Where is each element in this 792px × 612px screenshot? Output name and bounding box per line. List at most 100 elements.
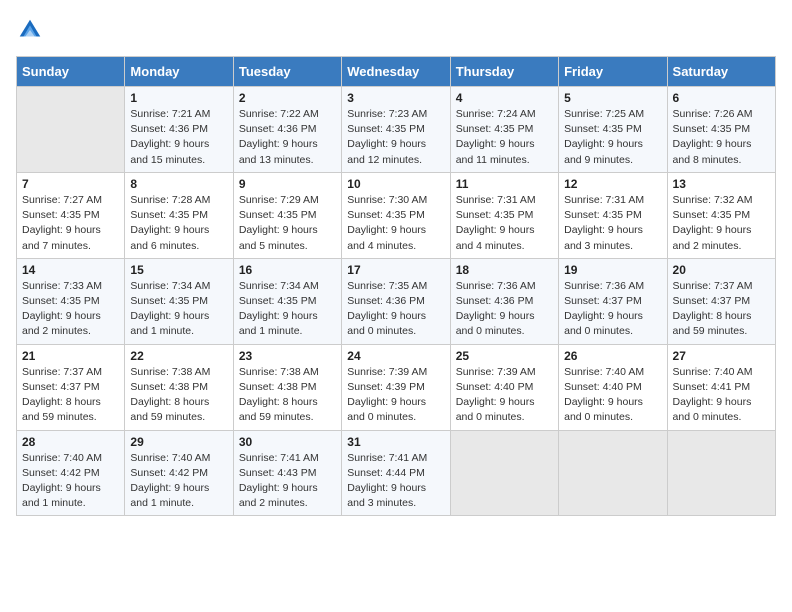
day-info: Sunrise: 7:22 AMSunset: 4:36 PMDaylight:… bbox=[239, 107, 336, 168]
calendar-cell bbox=[559, 430, 667, 516]
day-number: 3 bbox=[347, 91, 444, 105]
day-number: 17 bbox=[347, 263, 444, 277]
calendar-cell: 16Sunrise: 7:34 AMSunset: 4:35 PMDayligh… bbox=[233, 258, 341, 344]
calendar-cell: 20 Sunrise: 7:37 AMSunset: 4:37 PMDayligh… bbox=[667, 258, 775, 344]
day-info: Sunrise: 7:27 AMSunset: 4:35 PMDaylight:… bbox=[22, 193, 119, 254]
day-number: 24 bbox=[347, 349, 444, 363]
logo-icon bbox=[16, 16, 44, 44]
day-info: Sunrise: 7:38 AMSunset: 4:38 PMDaylight:… bbox=[130, 365, 227, 426]
calendar-cell: 30 Sunrise: 7:41 AMSunset: 4:43 PMDayligh… bbox=[233, 430, 341, 516]
day-number: 16 bbox=[239, 263, 336, 277]
day-info: Sunrise: 7:36 AMSunset: 4:36 PMDaylight:… bbox=[456, 279, 553, 340]
day-number: 23 bbox=[239, 349, 336, 363]
day-info: Sunrise: 7:29 AMSunset: 4:35 PMDaylight:… bbox=[239, 193, 336, 254]
day-info: Sunrise: 7:36 AMSunset: 4:37 PMDaylight:… bbox=[564, 279, 661, 340]
day-number: 14 bbox=[22, 263, 119, 277]
day-number: 6 bbox=[673, 91, 770, 105]
calendar-cell: 19 Sunrise: 7:36 AMSunset: 4:37 PMDayligh… bbox=[559, 258, 667, 344]
calendar-cell: 29 Sunrise: 7:40 AMSunset: 4:42 PMDayligh… bbox=[125, 430, 233, 516]
day-info: Sunrise: 7:41 AMSunset: 4:44 PMDaylight:… bbox=[347, 451, 444, 512]
day-info: Sunrise: 7:35 AMSunset: 4:36 PMDaylight:… bbox=[347, 279, 444, 340]
day-number: 7 bbox=[22, 177, 119, 191]
calendar-day-header: Saturday bbox=[667, 57, 775, 87]
day-info: Sunrise: 7:37 AMSunset: 4:37 PMDaylight:… bbox=[22, 365, 119, 426]
day-info: Sunrise: 7:38 AMSunset: 4:38 PMDaylight:… bbox=[239, 365, 336, 426]
day-info: Sunrise: 7:37 AMSunset: 4:37 PMDaylight:… bbox=[673, 279, 770, 340]
calendar-cell: 1Sunrise: 7:21 AMSunset: 4:36 PMDaylight… bbox=[125, 87, 233, 173]
calendar-cell: 28 Sunrise: 7:40 AMSunset: 4:42 PMDayligh… bbox=[17, 430, 125, 516]
calendar-week-row: 7 Sunrise: 7:27 AMSunset: 4:35 PMDaylight… bbox=[17, 172, 776, 258]
day-info: Sunrise: 7:34 AMSunset: 4:35 PMDaylight:… bbox=[130, 279, 227, 340]
calendar-cell: 27Sunrise: 7:40 AMSunset: 4:41 PMDayligh… bbox=[667, 344, 775, 430]
day-info: Sunrise: 7:26 AMSunset: 4:35 PMDaylight:… bbox=[673, 107, 770, 168]
day-number: 15 bbox=[130, 263, 227, 277]
day-info: Sunrise: 7:31 AMSunset: 4:35 PMDaylight:… bbox=[456, 193, 553, 254]
day-number: 1 bbox=[130, 91, 227, 105]
calendar-cell bbox=[17, 87, 125, 173]
calendar-cell: 17 Sunrise: 7:35 AMSunset: 4:36 PMDayligh… bbox=[342, 258, 450, 344]
day-number: 29 bbox=[130, 435, 227, 449]
day-info: Sunrise: 7:24 AMSunset: 4:35 PMDaylight:… bbox=[456, 107, 553, 168]
calendar-cell: 5 Sunrise: 7:25 AMSunset: 4:35 PMDaylight… bbox=[559, 87, 667, 173]
day-info: Sunrise: 7:40 AMSunset: 4:42 PMDaylight:… bbox=[22, 451, 119, 512]
day-number: 30 bbox=[239, 435, 336, 449]
day-number: 9 bbox=[239, 177, 336, 191]
day-number: 26 bbox=[564, 349, 661, 363]
day-number: 13 bbox=[673, 177, 770, 191]
day-number: 18 bbox=[456, 263, 553, 277]
calendar-cell: 24 Sunrise: 7:39 AMSunset: 4:39 PMDayligh… bbox=[342, 344, 450, 430]
day-info: Sunrise: 7:28 AMSunset: 4:35 PMDaylight:… bbox=[130, 193, 227, 254]
calendar-cell: 15 Sunrise: 7:34 AMSunset: 4:35 PMDayligh… bbox=[125, 258, 233, 344]
calendar-week-row: 21 Sunrise: 7:37 AMSunset: 4:37 PMDayligh… bbox=[17, 344, 776, 430]
page-header bbox=[16, 16, 776, 44]
calendar-day-header: Friday bbox=[559, 57, 667, 87]
day-number: 5 bbox=[564, 91, 661, 105]
calendar-cell: 9 Sunrise: 7:29 AMSunset: 4:35 PMDaylight… bbox=[233, 172, 341, 258]
day-number: 2 bbox=[239, 91, 336, 105]
calendar-day-header: Thursday bbox=[450, 57, 558, 87]
calendar-cell: 4 Sunrise: 7:24 AMSunset: 4:35 PMDaylight… bbox=[450, 87, 558, 173]
calendar-week-row: 1Sunrise: 7:21 AMSunset: 4:36 PMDaylight… bbox=[17, 87, 776, 173]
day-info: Sunrise: 7:41 AMSunset: 4:43 PMDaylight:… bbox=[239, 451, 336, 512]
calendar-week-row: 14Sunrise: 7:33 AMSunset: 4:35 PMDayligh… bbox=[17, 258, 776, 344]
day-number: 20 bbox=[673, 263, 770, 277]
calendar-cell bbox=[667, 430, 775, 516]
calendar-cell: 26Sunrise: 7:40 AMSunset: 4:40 PMDayligh… bbox=[559, 344, 667, 430]
day-number: 11 bbox=[456, 177, 553, 191]
day-number: 31 bbox=[347, 435, 444, 449]
calendar-day-header: Wednesday bbox=[342, 57, 450, 87]
calendar-table: SundayMondayTuesdayWednesdayThursdayFrid… bbox=[16, 56, 776, 516]
calendar-cell: 3Sunrise: 7:23 AMSunset: 4:35 PMDaylight… bbox=[342, 87, 450, 173]
calendar-cell: 12 Sunrise: 7:31 AMSunset: 4:35 PMDayligh… bbox=[559, 172, 667, 258]
day-number: 22 bbox=[130, 349, 227, 363]
day-number: 27 bbox=[673, 349, 770, 363]
calendar-day-header: Sunday bbox=[17, 57, 125, 87]
calendar-cell: 6 Sunrise: 7:26 AMSunset: 4:35 PMDaylight… bbox=[667, 87, 775, 173]
day-number: 12 bbox=[564, 177, 661, 191]
calendar-cell: 7 Sunrise: 7:27 AMSunset: 4:35 PMDaylight… bbox=[17, 172, 125, 258]
calendar-cell: 22 Sunrise: 7:38 AMSunset: 4:38 PMDayligh… bbox=[125, 344, 233, 430]
day-info: Sunrise: 7:32 AMSunset: 4:35 PMDaylight:… bbox=[673, 193, 770, 254]
calendar-cell: 14Sunrise: 7:33 AMSunset: 4:35 PMDayligh… bbox=[17, 258, 125, 344]
day-number: 4 bbox=[456, 91, 553, 105]
calendar-cell: 8 Sunrise: 7:28 AMSunset: 4:35 PMDaylight… bbox=[125, 172, 233, 258]
day-number: 8 bbox=[130, 177, 227, 191]
day-info: Sunrise: 7:30 AMSunset: 4:35 PMDaylight:… bbox=[347, 193, 444, 254]
calendar-cell: 2 Sunrise: 7:22 AMSunset: 4:36 PMDaylight… bbox=[233, 87, 341, 173]
day-info: Sunrise: 7:39 AMSunset: 4:39 PMDaylight:… bbox=[347, 365, 444, 426]
calendar-cell: 23 Sunrise: 7:38 AMSunset: 4:38 PMDayligh… bbox=[233, 344, 341, 430]
calendar-cell: 25Sunrise: 7:39 AMSunset: 4:40 PMDayligh… bbox=[450, 344, 558, 430]
day-info: Sunrise: 7:31 AMSunset: 4:35 PMDaylight:… bbox=[564, 193, 661, 254]
day-info: Sunrise: 7:40 AMSunset: 4:42 PMDaylight:… bbox=[130, 451, 227, 512]
day-number: 25 bbox=[456, 349, 553, 363]
calendar-day-header: Tuesday bbox=[233, 57, 341, 87]
day-info: Sunrise: 7:25 AMSunset: 4:35 PMDaylight:… bbox=[564, 107, 661, 168]
logo bbox=[16, 16, 48, 44]
day-number: 21 bbox=[22, 349, 119, 363]
calendar-cell: 21 Sunrise: 7:37 AMSunset: 4:37 PMDayligh… bbox=[17, 344, 125, 430]
day-number: 28 bbox=[22, 435, 119, 449]
calendar-cell bbox=[450, 430, 558, 516]
calendar-cell: 11 Sunrise: 7:31 AMSunset: 4:35 PMDayligh… bbox=[450, 172, 558, 258]
calendar-cell: 13 Sunrise: 7:32 AMSunset: 4:35 PMDayligh… bbox=[667, 172, 775, 258]
day-number: 19 bbox=[564, 263, 661, 277]
